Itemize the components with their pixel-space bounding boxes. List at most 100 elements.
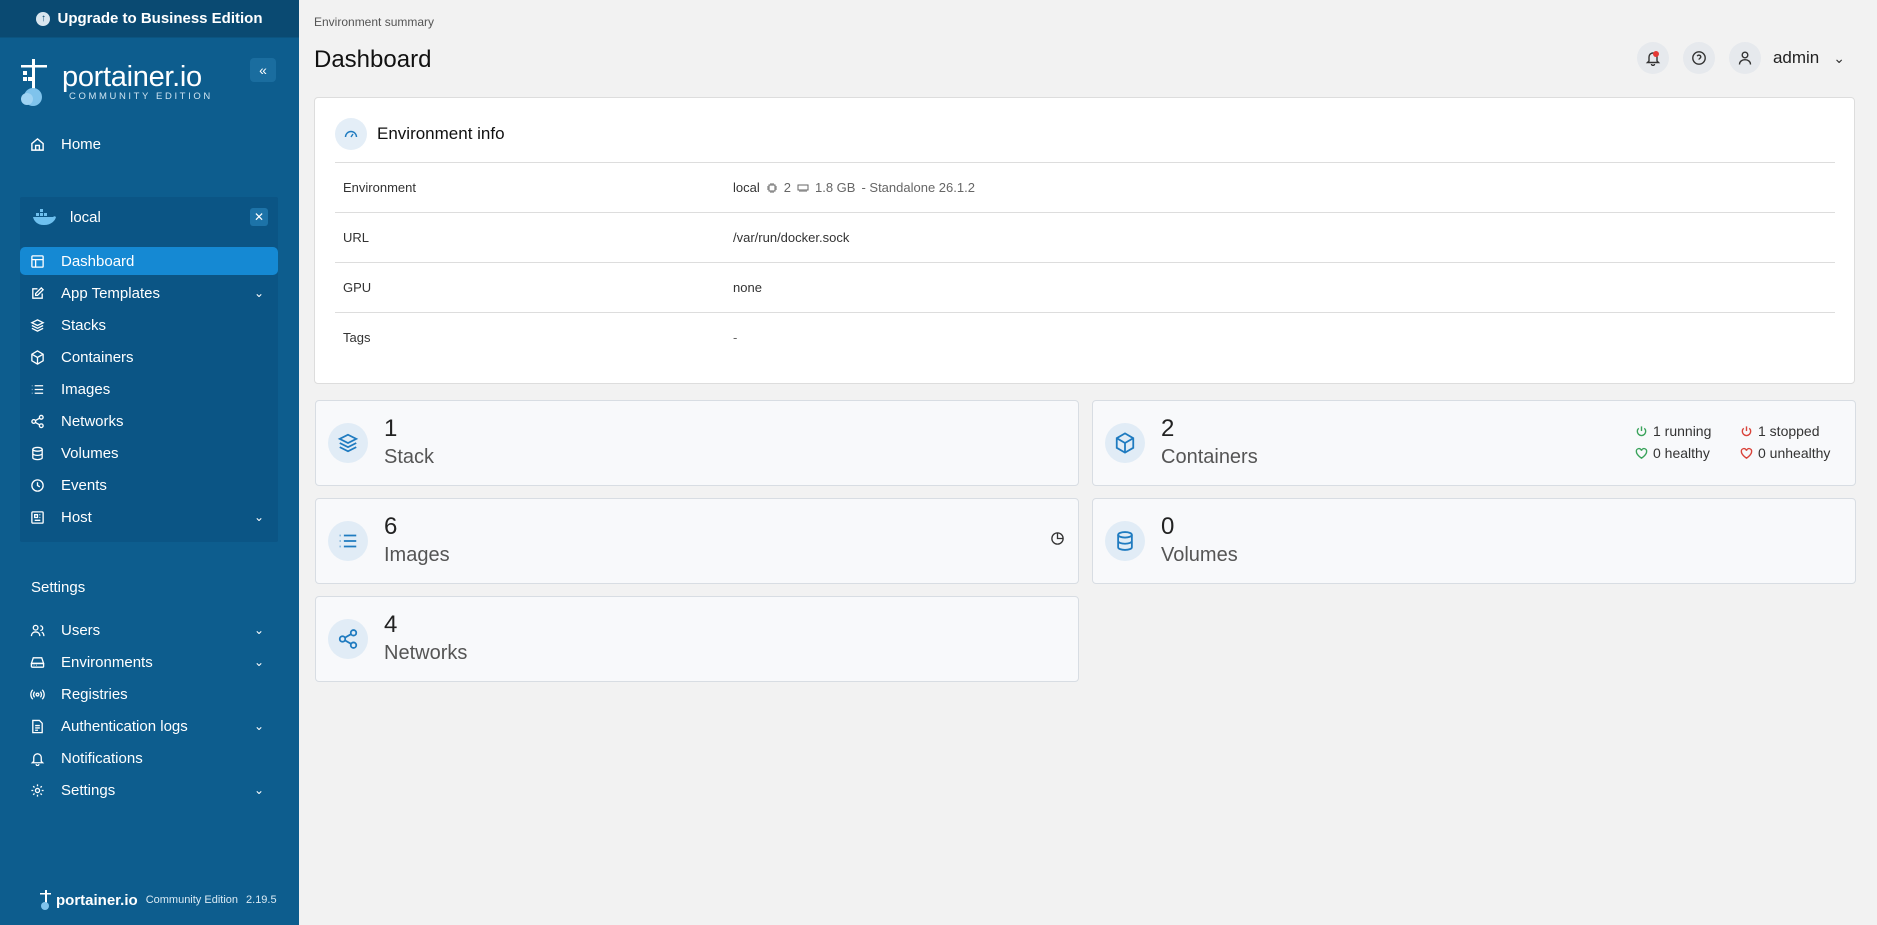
box-icon — [31, 349, 44, 365]
clock-icon — [31, 478, 44, 492]
gear-icon — [31, 783, 44, 797]
healthy-status: 0 healthy — [1635, 445, 1710, 461]
sidebar-item-label: Volumes — [61, 444, 119, 462]
sidebar-item-settings[interactable]: Settings ⌄ — [20, 776, 278, 804]
sidebar-item-networks[interactable]: Networks — [20, 407, 278, 435]
info-value: local 2 1.8 GB - Standalone 26.1.2 — [733, 180, 975, 195]
pie-chart-icon — [1051, 532, 1064, 545]
file-text-icon — [32, 719, 43, 733]
chevron-down-icon: ⌄ — [253, 783, 264, 797]
footer-version: 2.19.5 — [246, 894, 277, 906]
info-row-url: URL /var/run/docker.sock — [335, 212, 1835, 262]
user-avatar[interactable] — [1728, 42, 1761, 74]
portainer-logo-icon — [21, 59, 47, 106]
sidebar-item-app-templates[interactable]: App Templates ⌄ — [20, 279, 278, 307]
sidebar-item-environments[interactable]: Environments ⌄ — [20, 648, 278, 676]
containers-count: 2 — [1161, 415, 1175, 442]
environment-name-value: local — [733, 180, 760, 195]
networks-count: 4 — [384, 611, 398, 638]
gauge-icon — [335, 118, 367, 150]
notifications-button[interactable] — [1636, 42, 1669, 74]
sidebar-item-authentication-logs[interactable]: Authentication logs ⌄ — [20, 712, 278, 740]
sidebar-item-stacks[interactable]: Stacks — [20, 311, 278, 339]
cpu-count: 2 — [783, 180, 791, 195]
info-row-tags: Tags - — [335, 312, 1835, 362]
sidebar-item-label: Settings — [61, 781, 116, 799]
layers-icon — [328, 423, 368, 463]
sidebar-item-dashboard[interactable]: Dashboard — [20, 247, 278, 275]
user-icon — [30, 624, 45, 636]
sidebar-item-label: Environments — [61, 653, 153, 671]
sidebar-item-events[interactable]: Events — [20, 471, 278, 499]
arrow-up-icon: ↑ — [36, 11, 51, 26]
box-icon — [1105, 423, 1145, 463]
power-icon — [1741, 425, 1752, 436]
brand-logo[interactable]: portainer.io COMMUNITY EDITION — [18, 56, 288, 108]
sidebar-item-home[interactable]: Home — [20, 130, 278, 158]
images-count: 6 — [384, 513, 398, 540]
info-row-gpu: GPU none — [335, 262, 1835, 312]
close-environment-button[interactable]: ✕ — [250, 208, 268, 226]
memory-icon — [797, 184, 809, 192]
help-circle-icon — [1692, 51, 1706, 65]
card-title: Environment info — [377, 124, 505, 143]
notification-dot — [1652, 51, 1659, 57]
chevron-down-icon: ⌄ — [253, 623, 264, 637]
stack-card[interactable]: 1 Stack — [315, 400, 1079, 486]
main-content: Environment summary Dashboard admin ⌄ En… — [299, 0, 1877, 925]
environment-name: local — [70, 208, 101, 226]
environment-info-card: Environment info Environment local 2 1.8… — [314, 97, 1855, 384]
info-value: - — [733, 330, 738, 345]
chevron-down-icon[interactable]: ⌄ — [1833, 50, 1845, 67]
chevron-down-icon: ⌄ — [253, 510, 264, 524]
footer-brand-name: portainer.io — [56, 891, 138, 909]
power-icon — [1636, 425, 1647, 436]
server-icon — [31, 510, 44, 524]
info-label: URL — [343, 230, 370, 245]
images-card[interactable]: 6 Images — [315, 498, 1079, 584]
help-button[interactable] — [1682, 42, 1715, 74]
share-icon — [31, 414, 44, 428]
chevron-down-icon: ⌄ — [253, 655, 264, 669]
breadcrumb: Environment summary — [314, 15, 435, 29]
environment-header[interactable]: local ✕ — [20, 197, 278, 237]
sidebar-item-host[interactable]: Host ⌄ — [20, 503, 278, 531]
list-icon — [328, 521, 368, 561]
sidebar-item-label: Stacks — [61, 316, 107, 334]
sidebar-item-label: Registries — [61, 685, 128, 703]
sidebar-item-containers[interactable]: Containers — [20, 343, 278, 371]
upgrade-banner[interactable]: ↑ Upgrade to Business Edition — [0, 0, 299, 38]
sidebar: ↑ Upgrade to Business Edition portainer.… — [0, 0, 299, 925]
heart-icon — [1740, 447, 1753, 459]
chevrons-left-icon: « — [259, 62, 267, 78]
page-title: Dashboard — [314, 46, 432, 73]
collapse-sidebar-button[interactable]: « — [250, 58, 276, 82]
list-icon — [31, 384, 44, 394]
sidebar-item-label: Authentication logs — [61, 717, 188, 735]
info-value: /var/run/docker.sock — [733, 230, 850, 245]
containers-card[interactable]: 2 Containers 1 running 1 stopped 0 healt… — [1092, 400, 1856, 486]
docker-icon — [33, 209, 56, 225]
volumes-card[interactable]: 0 Volumes — [1092, 498, 1856, 584]
sidebar-item-label: Networks — [61, 412, 124, 430]
memory-size: 1.8 GB — [814, 180, 856, 195]
sidebar-item-images[interactable]: Images — [20, 375, 278, 403]
hard-drive-icon — [30, 656, 45, 668]
sidebar-item-label: Home — [61, 135, 102, 153]
sidebar-item-volumes[interactable]: Volumes — [20, 439, 278, 467]
home-icon — [31, 137, 44, 151]
database-icon — [32, 446, 43, 460]
sidebar-item-label: Events — [61, 476, 107, 494]
sidebar-item-notifications[interactable]: Notifications — [20, 744, 278, 772]
footer-brand: portainer.io Community Edition 2.19.5 — [40, 890, 277, 910]
sidebar-item-registries[interactable]: Registries — [20, 680, 278, 708]
unhealthy-status: 0 unhealthy — [1740, 445, 1830, 461]
database-icon — [1105, 521, 1145, 561]
info-label: Environment — [343, 180, 416, 195]
unhealthy-count: 0 unhealthy — [1758, 445, 1831, 461]
networks-card[interactable]: 4 Networks — [315, 596, 1079, 682]
images-label: Images — [384, 544, 450, 566]
sidebar-item-users[interactable]: Users ⌄ — [20, 616, 278, 644]
user-menu-label[interactable]: admin — [1773, 48, 1819, 68]
settings-section-label: Settings — [31, 579, 86, 596]
